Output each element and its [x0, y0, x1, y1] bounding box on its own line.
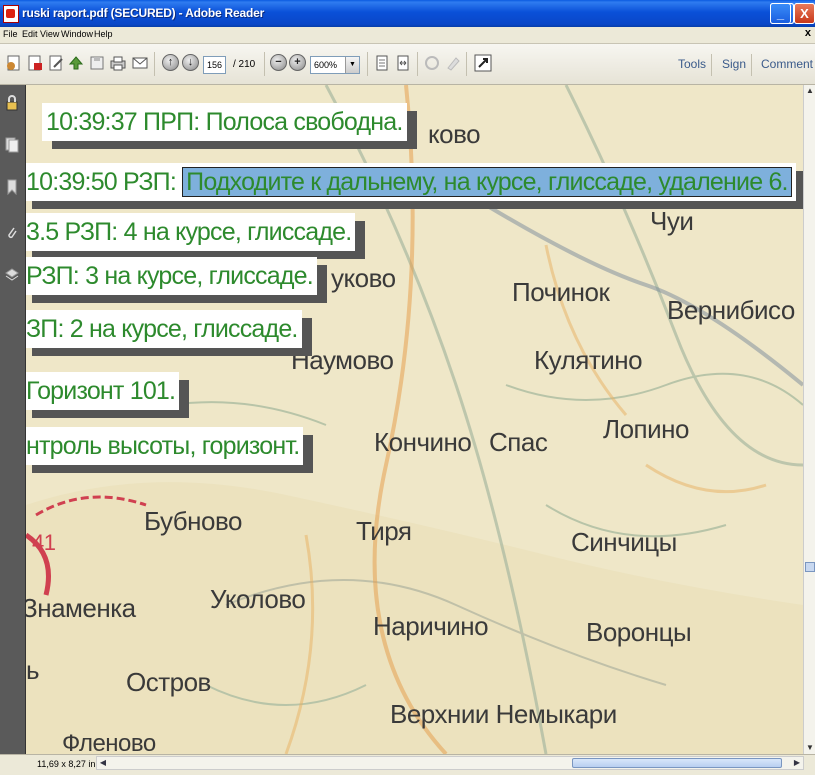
transcript-line: РЗП: 3 на курсе, глиссаде.	[26, 257, 317, 295]
transcript-timestamp: 10:39:50 РЗП:	[26, 168, 177, 196]
next-page-button[interactable]: ↓	[182, 54, 199, 71]
toolbar-separator-2	[264, 52, 265, 76]
highlight-icon	[447, 57, 460, 71]
page-size-label: 11,69 x 8,27 in	[37, 759, 96, 769]
zoom-in-button[interactable]: +	[289, 54, 306, 71]
scroll-down-icon[interactable]: ▼	[804, 742, 815, 754]
fit-page-icon[interactable]	[373, 54, 391, 72]
place-label: ь	[26, 655, 40, 685]
edit-pdf-icon[interactable]	[47, 54, 65, 72]
place-label: ково	[428, 119, 481, 149]
save-icon[interactable]	[88, 54, 106, 72]
lock-icon[interactable]	[5, 95, 19, 111]
navigation-pane	[0, 85, 26, 754]
toolbar-separator-3	[367, 52, 368, 76]
pages-icon[interactable]	[5, 137, 19, 153]
document-close-button[interactable]: x	[805, 27, 811, 39]
place-label: Уколово	[210, 584, 306, 614]
menu-view[interactable]: View	[40, 29, 59, 39]
close-window-button[interactable]: X	[794, 3, 815, 24]
scroll-up-icon[interactable]: ▲	[804, 85, 815, 97]
place-label: Наричино	[373, 611, 489, 641]
email-icon[interactable]	[131, 54, 149, 72]
tools-pane-button[interactable]: Tools	[678, 57, 706, 71]
zoom-value: 600%	[314, 60, 338, 70]
highlighted-text[interactable]: Подходите к дальнему, на курсе, глиссаде…	[182, 167, 792, 197]
place-label: Знаменка	[26, 593, 136, 623]
transcript-line: 10:39:37 ПРП: Полоса свободна.	[42, 103, 407, 141]
place-label: уково	[331, 263, 396, 293]
transcript-line: Горизонт 101.	[26, 372, 180, 410]
place-label: Воронцы	[586, 617, 692, 647]
sign-pane-button[interactable]: Sign	[722, 57, 746, 71]
attachments-icon[interactable]	[5, 225, 19, 241]
menu-edit[interactable]: Edit	[22, 29, 38, 39]
undo-icon	[425, 56, 439, 70]
comment-pane-button[interactable]: Comment	[761, 57, 813, 71]
place-label: Лопино	[603, 414, 689, 444]
upload-icon[interactable]	[67, 54, 85, 72]
fit-width-icon[interactable]	[394, 54, 412, 72]
bookmarks-icon[interactable]	[5, 179, 19, 195]
vertical-scrollbar[interactable]: ▲ ▼	[803, 85, 815, 754]
pane-separator-2	[751, 54, 752, 76]
toolbar-separator	[154, 52, 155, 76]
horizontal-scrollbar[interactable]: ◀ ▶	[96, 756, 804, 770]
toolbar-separator-5	[466, 52, 467, 76]
place-label: Остров	[126, 667, 211, 697]
pane-separator	[711, 54, 712, 76]
create-pdf-icon[interactable]	[5, 54, 23, 72]
place-label: Кончино	[374, 427, 472, 457]
scroll-right-icon[interactable]: ▶	[791, 757, 803, 769]
transcript-line: нтроль высоты, горизонт.	[26, 427, 304, 465]
place-label: Чуи	[650, 206, 694, 236]
chevron-down-icon[interactable]: ▼	[345, 57, 359, 73]
place-label: Тиря	[356, 516, 412, 546]
menu-help[interactable]: Help	[94, 29, 113, 39]
minimize-window-final[interactable]: _	[770, 3, 791, 24]
place-label: Верхнии Немыкари	[390, 699, 617, 729]
title-bar: ruski raport.pdf (SECURED) - Adobe Reade…	[0, 0, 815, 27]
horizontal-scroll-thumb[interactable]	[572, 758, 782, 768]
document-view[interactable]: ково Чуи Починок Вернибисо Наумово Кулят…	[26, 85, 803, 754]
menu-file[interactable]: File	[3, 29, 18, 39]
scroll-left-icon[interactable]: ◀	[97, 757, 109, 769]
print-icon[interactable]	[109, 54, 127, 72]
place-label: Вернибисо	[667, 295, 795, 325]
place-label: Бубново	[144, 506, 242, 536]
combine-files-icon[interactable]	[26, 54, 44, 72]
layers-icon[interactable]	[5, 267, 19, 283]
menu-bar: File Edit View Window Help x	[0, 27, 815, 44]
full-screen-icon[interactable]	[474, 54, 492, 72]
window-title: ruski raport.pdf (SECURED) - Adobe Reade…	[22, 6, 265, 20]
transcript-line: 10:39:50 РЗП: Подходите к дальнему, на к…	[26, 163, 796, 201]
transcript-line: 3.5 РЗП: 4 на курсе, глиссаде.	[26, 213, 356, 251]
zoom-select[interactable]: 600% ▼	[310, 56, 360, 74]
place-label: 41	[32, 530, 56, 555]
place-label: Спас	[489, 427, 548, 457]
menu-window[interactable]: Window	[61, 29, 93, 39]
vertical-scroll-thumb[interactable]	[805, 562, 815, 572]
place-label: Фленово	[62, 730, 156, 754]
zoom-out-button[interactable]: −	[270, 54, 287, 71]
adobe-reader-icon	[3, 5, 19, 23]
place-label: Синчицы	[571, 527, 677, 557]
place-label: Кулятино	[534, 345, 643, 375]
page-total: / 210	[233, 59, 256, 70]
toolbar-separator-4	[417, 52, 418, 76]
previous-page-button[interactable]: ↑	[162, 54, 179, 71]
place-label: Починок	[512, 277, 610, 307]
transcript-line: ЗП: 2 на курсе, глиссаде.	[26, 310, 302, 348]
page-number-input[interactable]: 156	[203, 56, 226, 74]
place-label: Наумово	[291, 345, 394, 375]
